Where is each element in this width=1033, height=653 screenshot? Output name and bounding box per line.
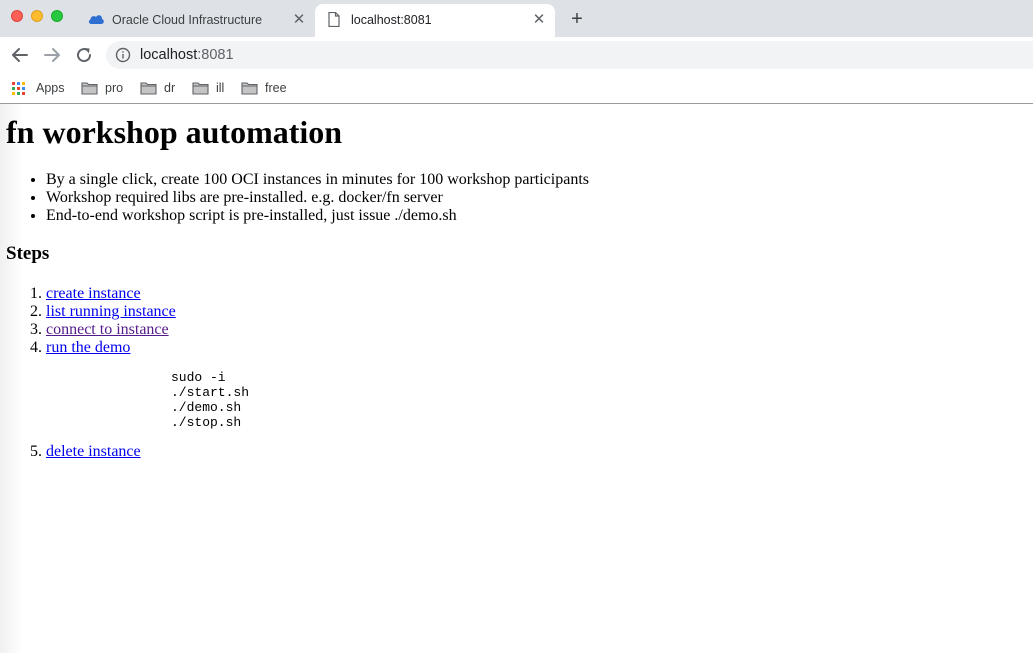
step-item: delete instance — [46, 443, 141, 461]
step-item: connect to instance — [46, 321, 176, 339]
create-instance-link[interactable]: create instance — [46, 285, 141, 302]
folder-icon — [192, 81, 209, 98]
url-port: :8081 — [197, 47, 234, 63]
folder-icon — [81, 81, 98, 98]
steps-heading: Steps — [6, 243, 50, 264]
apps-grid-icon — [12, 82, 26, 96]
folder-icon — [140, 81, 157, 98]
new-tab-button[interactable]: + — [566, 8, 588, 30]
tab-title: Oracle Cloud Infrastructure — [112, 13, 263, 27]
close-tab-icon[interactable]: ✕ — [291, 12, 307, 28]
tab-oracle-cloud[interactable]: Oracle Cloud Infrastructure ✕ — [78, 4, 314, 37]
feature-item: By a single click, create 100 OCI instan… — [46, 171, 589, 189]
run-the-demo-link[interactable]: run the demo — [46, 339, 130, 356]
steps-list: create instance list running instance co… — [0, 285, 176, 357]
step-item: create instance — [46, 285, 176, 303]
bookmark-label: Apps — [36, 81, 65, 95]
url-text: localhost:8081 — [140, 47, 234, 63]
url-host: localhost — [140, 47, 198, 63]
feature-item: Workshop required libs are pre-installed… — [46, 189, 589, 207]
steps-list-continued: delete instance — [0, 443, 141, 461]
page-icon — [328, 11, 340, 30]
tab-strip: Oracle Cloud Infrastructure ✕ localhost:… — [0, 0, 1033, 37]
bookmark-label: ill — [216, 81, 225, 95]
list-running-instance-link[interactable]: list running instance — [46, 303, 176, 320]
forward-arrow-icon[interactable] — [40, 43, 64, 67]
address-bar[interactable]: localhost:8081 — [106, 41, 1033, 69]
folder-icon — [241, 81, 258, 98]
reload-icon[interactable] — [72, 43, 96, 67]
browser-toolbar: localhost:8081 — [0, 37, 1033, 73]
bookmark-label: dr — [164, 81, 176, 95]
delete-instance-link[interactable]: delete instance — [46, 443, 141, 460]
bookmark-label: free — [265, 81, 287, 95]
tab-title: localhost:8081 — [351, 13, 432, 27]
page-title: fn workshop automation — [6, 114, 343, 150]
feature-item: End-to-end workshop script is pre-instal… — [46, 207, 589, 225]
step-item: list running instance — [46, 303, 176, 321]
page-content: fn workshop automation By a single click… — [0, 104, 1033, 653]
feature-list: By a single click, create 100 OCI instan… — [0, 171, 589, 225]
close-tab-icon[interactable]: ✕ — [531, 12, 547, 28]
demo-commands: sudo -i ./start.sh ./demo.sh ./stop.sh — [171, 370, 250, 430]
zoom-window-button[interactable] — [51, 10, 63, 22]
cloud-icon — [87, 12, 105, 29]
connect-to-instance-link[interactable]: connect to instance — [46, 321, 169, 338]
bookmark-label: pro — [105, 81, 124, 95]
back-arrow-icon[interactable] — [8, 43, 32, 67]
close-window-button[interactable] — [11, 10, 23, 22]
minimize-window-button[interactable] — [31, 10, 43, 22]
tab-localhost[interactable]: localhost:8081 ✕ — [315, 4, 555, 37]
step-item: run the demo — [46, 339, 176, 357]
info-icon[interactable] — [115, 47, 131, 68]
bookmarks-bar: Apps pro dr ill free — [0, 73, 1033, 104]
